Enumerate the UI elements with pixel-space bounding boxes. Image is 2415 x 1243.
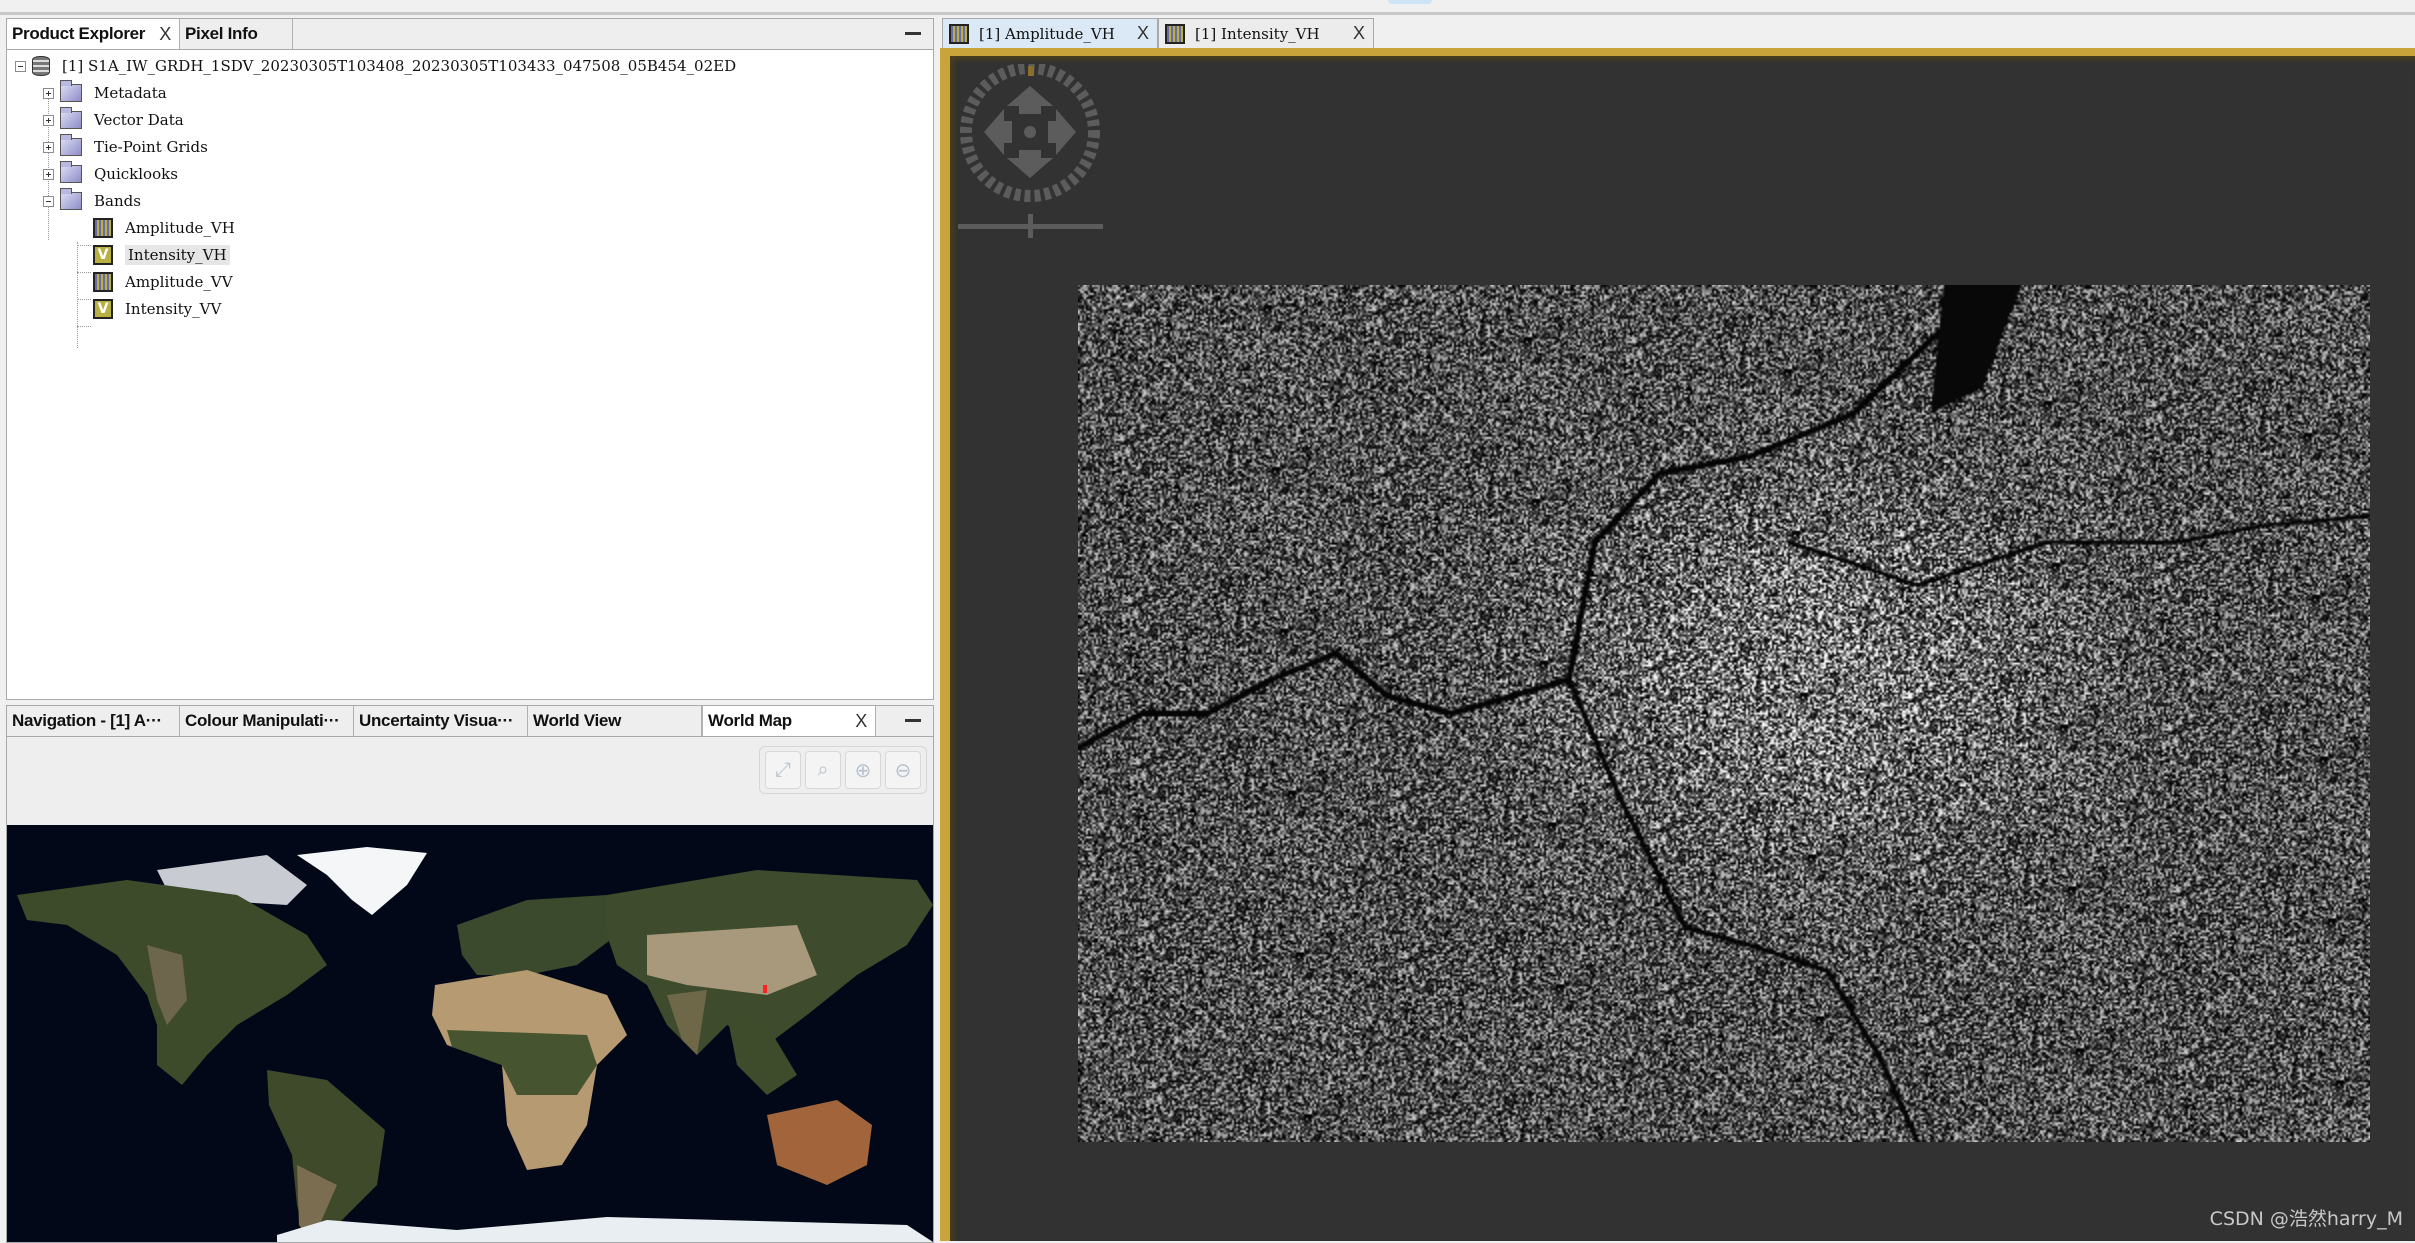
tab-label: Pixel Info: [185, 24, 258, 43]
folder-icon: [60, 134, 82, 156]
band-icon: [949, 23, 969, 44]
node-label: Quicklooks: [94, 165, 178, 183]
tree-node-band-amplitude-vv[interactable]: Amplitude_VV: [93, 270, 233, 294]
world-map-toolbar: ⤢ ⌕ ⊕ ⊖: [759, 746, 927, 794]
top-highlight: [1388, 0, 1432, 4]
tab-label: World Map: [708, 711, 792, 730]
sar-image[interactable]: [1078, 285, 2370, 1142]
product-tree: [1] S1A_IW_GRDH_1SDV_20230305T103408_202…: [7, 50, 933, 699]
tree-node-metadata[interactable]: Metadata: [43, 80, 167, 105]
zoom-out-button[interactable]: ⊖: [885, 751, 921, 789]
tab-label: Colour Manipulati···: [185, 711, 340, 730]
watermark: CSDN @浩然harry_M: [2209, 1208, 2403, 1230]
folder-icon: [60, 80, 82, 102]
zoom-slider-handle[interactable]: [1028, 214, 1033, 238]
australia: [767, 1100, 872, 1185]
product-explorer-panel: Product Explorer X Pixel Info [1] S1A_IW…: [6, 18, 934, 700]
tab-amplitude-vh[interactable]: [1] Amplitude_VH X: [942, 18, 1158, 48]
zoom-to-product-button[interactable]: ⌕: [805, 751, 841, 789]
tree-node-band-amplitude-vh[interactable]: Amplitude_VH: [93, 216, 235, 240]
world-map[interactable]: [7, 825, 933, 1242]
tab-label: World View: [533, 711, 622, 730]
node-label: Intensity_VV: [125, 300, 222, 318]
node-label: Vector Data: [94, 111, 184, 129]
navigation-control[interactable]: [958, 64, 1108, 254]
tab-world-map[interactable]: World Map X: [702, 706, 876, 736]
virtual-band-icon: V: [93, 245, 113, 265]
tab-world-view[interactable]: World View: [528, 706, 702, 736]
database-icon: [32, 56, 50, 76]
antarctica: [277, 1217, 933, 1242]
tool-windows-panel: Navigation - [1] A··· Colour Manipulati·…: [6, 705, 934, 1243]
node-label: Tie-Point Grids: [94, 138, 208, 156]
band-icon: [1165, 23, 1185, 44]
folder-icon: [60, 107, 82, 129]
tab-label: Uncertainty Visua···: [359, 711, 514, 730]
rotation-indicator: [1028, 66, 1034, 76]
tab-intensity-vh[interactable]: [1] Intensity_VH X: [1158, 18, 1374, 48]
tab-product-explorer[interactable]: Product Explorer X: [7, 19, 180, 49]
minimize-button[interactable]: [905, 32, 921, 35]
tab-label: [1] Amplitude_VH: [979, 24, 1115, 43]
expand-icon[interactable]: [43, 168, 54, 180]
band-icon: [93, 272, 113, 292]
folder-open-icon: [60, 188, 82, 210]
product-label: [1] S1A_IW_GRDH_1SDV_20230305T103408_202…: [62, 57, 737, 75]
sar-image-canvas: [1078, 285, 2370, 1142]
tree-node-band-intensity-vh[interactable]: V Intensity_VH: [93, 243, 230, 267]
fit-extent-icon: ⤢: [775, 758, 791, 781]
band-icon: [93, 218, 113, 238]
close-icon[interactable]: X: [1353, 23, 1365, 44]
tool-windows-tabbar: Navigation - [1] A··· Colour Manipulati·…: [7, 706, 933, 737]
pan-right-icon[interactable]: [1048, 109, 1076, 155]
window-top-strip: [0, 0, 2415, 15]
tree-node-product[interactable]: [1] S1A_IW_GRDH_1SDV_20230305T103408_202…: [15, 54, 736, 78]
pan-left-icon[interactable]: [984, 109, 1012, 155]
tab-label: Navigation - [1] A···: [12, 711, 162, 730]
product-footprint-marker: [763, 985, 767, 993]
collapse-icon[interactable]: [43, 195, 54, 207]
expand-icon[interactable]: [43, 87, 54, 99]
pan-down-icon[interactable]: [1007, 150, 1053, 178]
zoom-in-button[interactable]: ⊕: [845, 751, 881, 789]
zoom-in-icon: ⊕: [854, 759, 872, 782]
node-label: Amplitude_VV: [125, 273, 233, 291]
tree-node-bands[interactable]: Bands: [43, 188, 141, 213]
south-america: [267, 1070, 385, 1242]
image-view[interactable]: CSDN @浩然harry_M: [940, 48, 2415, 1241]
tab-navigation[interactable]: Navigation - [1] A···: [7, 706, 180, 736]
close-icon[interactable]: X: [159, 24, 171, 45]
expand-icon[interactable]: [43, 114, 54, 126]
collapse-icon[interactable]: [15, 60, 26, 72]
tab-label: [1] Intensity_VH: [1195, 24, 1320, 43]
zoom-out-icon: ⊖: [894, 759, 912, 782]
europe: [457, 895, 617, 975]
node-label: Bands: [94, 192, 141, 210]
virtual-band-icon: V: [93, 299, 113, 319]
node-label: Amplitude_VH: [125, 219, 235, 237]
tree-node-quicklooks[interactable]: Quicklooks: [43, 161, 178, 186]
close-icon[interactable]: X: [855, 711, 867, 732]
tree-node-vector-data[interactable]: Vector Data: [43, 107, 184, 132]
node-label: Intensity_VH: [125, 245, 230, 265]
close-icon[interactable]: X: [1137, 23, 1149, 44]
world-map-graphic: [17, 847, 933, 1242]
product-explorer-tabbar: Product Explorer X Pixel Info: [7, 19, 933, 50]
zoom-all-button[interactable]: ⤢: [765, 751, 801, 789]
greenland: [297, 847, 427, 915]
center-icon[interactable]: [1024, 126, 1036, 138]
pan-up-icon[interactable]: [1007, 86, 1053, 114]
tree-node-tie-point-grids[interactable]: Tie-Point Grids: [43, 134, 208, 159]
tab-uncertainty-visualisation[interactable]: Uncertainty Visua···: [354, 706, 528, 736]
node-label: Metadata: [94, 84, 167, 102]
folder-icon: [60, 161, 82, 183]
tab-pixel-info[interactable]: Pixel Info: [180, 19, 293, 49]
tab-label: Product Explorer: [12, 24, 146, 43]
expand-icon[interactable]: [43, 141, 54, 153]
tab-colour-manipulation[interactable]: Colour Manipulati···: [180, 706, 354, 736]
tree-node-band-intensity-vv[interactable]: V Intensity_VV: [93, 297, 221, 321]
africa-tropics: [447, 1030, 597, 1095]
minimize-button[interactable]: [905, 719, 921, 722]
zoom-selected-icon: ⌕: [817, 758, 829, 781]
